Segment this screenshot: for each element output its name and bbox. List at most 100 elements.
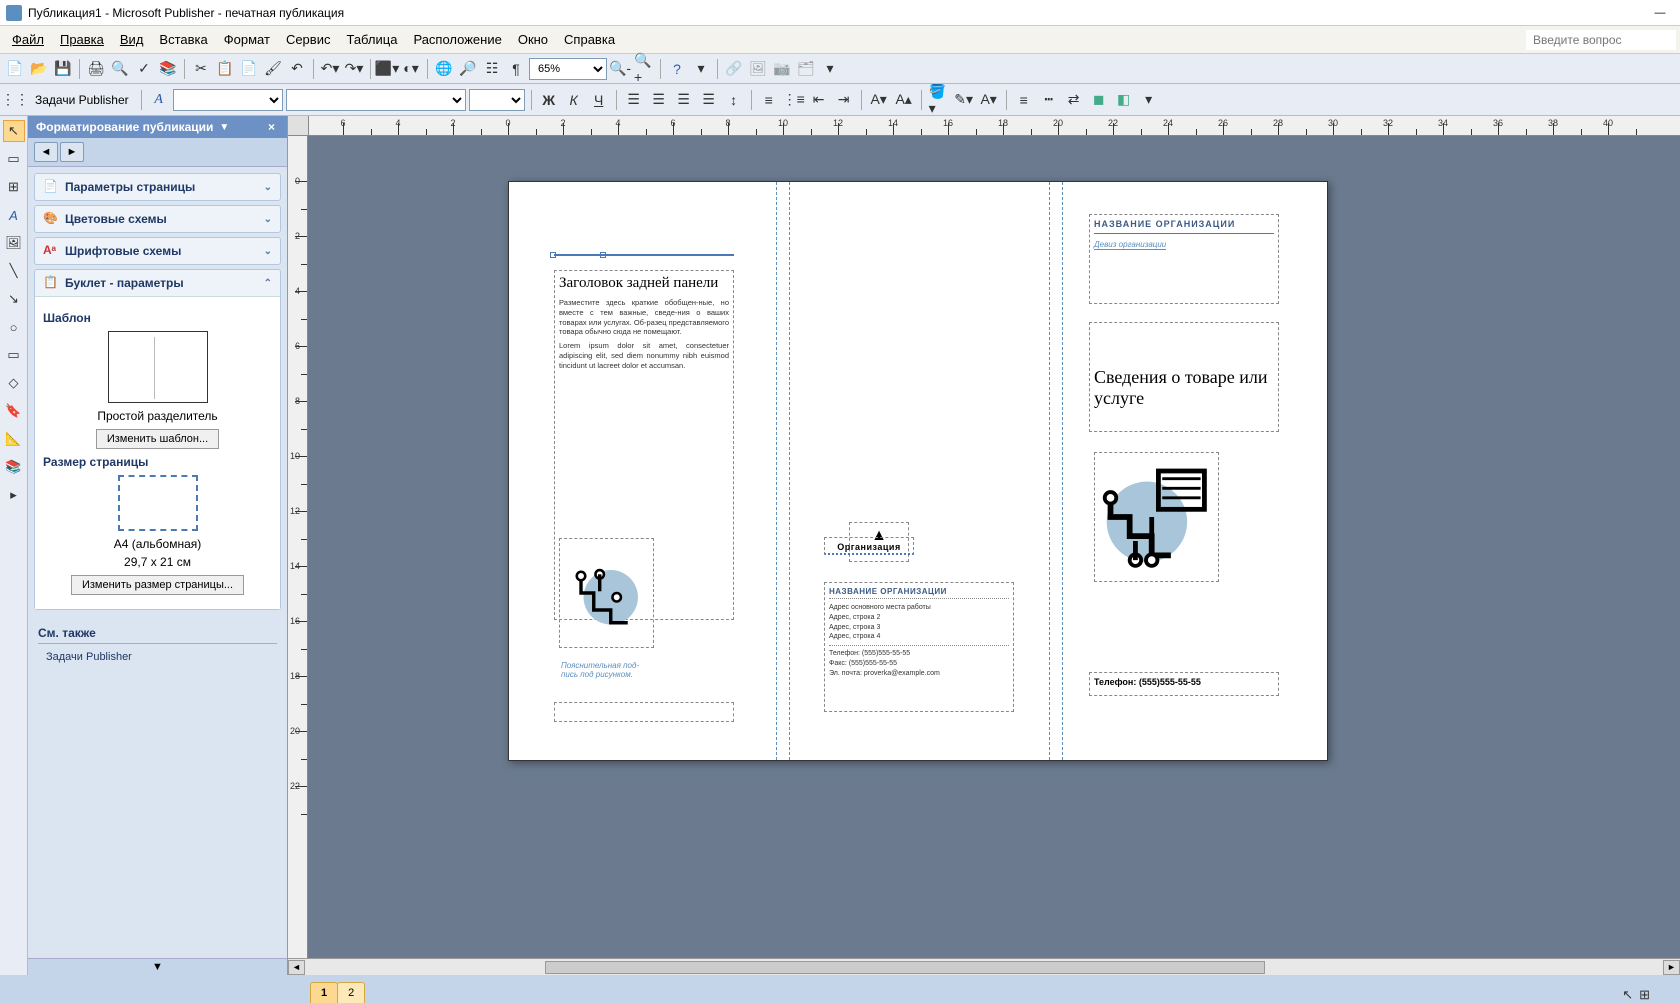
menu-help[interactable]: Справка: [556, 28, 623, 51]
spelling-button[interactable]: ✓: [133, 58, 155, 80]
picture-tool[interactable]: 🖼: [3, 232, 25, 254]
paste-button[interactable]: 📄: [238, 58, 260, 80]
vertical-ruler[interactable]: 0246810121416182022: [288, 136, 308, 958]
content-library-tool[interactable]: 📚: [3, 456, 25, 478]
grip-icon[interactable]: ⋮⋮: [4, 89, 26, 111]
text-tool[interactable]: ▭: [3, 148, 25, 170]
menu-arrange[interactable]: Расположение: [405, 28, 509, 51]
format-painter-button[interactable]: 🖌: [262, 58, 284, 80]
menu-table[interactable]: Таблица: [338, 28, 405, 51]
select-tool[interactable]: ↖: [3, 120, 25, 142]
image-frame[interactable]: [559, 538, 654, 648]
menu-view[interactable]: Вид: [112, 28, 152, 51]
address-frame[interactable]: НАЗВАНИЕ ОРГАНИЗАЦИИ Адрес основного мес…: [824, 582, 1014, 712]
fontsize-combo[interactable]: [469, 89, 525, 111]
font-name-combo[interactable]: [286, 89, 466, 111]
horizontal-scrollbar[interactable]: ◄ ►: [288, 958, 1680, 975]
wordart-tool[interactable]: A: [3, 204, 25, 226]
scroll-track[interactable]: [305, 960, 1663, 975]
increase-font-button[interactable]: A▴: [893, 89, 915, 111]
empty-frame[interactable]: [554, 702, 734, 722]
pagesize-preview[interactable]: [118, 475, 198, 531]
section-page-params[interactable]: 📄 Параметры страницы ⌄: [34, 173, 281, 201]
paragraph-button[interactable]: ¶: [505, 58, 527, 80]
zoom-combo[interactable]: 65%: [529, 58, 607, 80]
italic-button[interactable]: К: [563, 89, 585, 111]
design-gallery-tool[interactable]: 📐: [3, 428, 25, 450]
dash-style-button[interactable]: ┅: [1038, 89, 1060, 111]
shadow-button[interactable]: ◼: [1088, 89, 1110, 111]
font-color-button[interactable]: A▾: [978, 89, 1000, 111]
org-label-frame[interactable]: Организация: [824, 537, 914, 555]
rect-tool[interactable]: ▭: [3, 344, 25, 366]
change-pagesize-button[interactable]: Изменить размер страницы...: [71, 575, 244, 595]
zoom-out-button[interactable]: 🔍-: [609, 58, 631, 80]
align-left-button[interactable]: ☰: [623, 89, 645, 111]
scroll-left-button[interactable]: ◄: [288, 960, 305, 975]
oval-tool[interactable]: ○: [3, 316, 25, 338]
section-font-schemes[interactable]: Aᵃ Шрифтовые схемы ⌄: [34, 237, 281, 265]
align-right-button[interactable]: ☰: [673, 89, 695, 111]
org-name-frame[interactable]: НАЗВАНИЕ ОРГАНИЗАЦИИ Девиз организации: [1089, 214, 1279, 304]
scroll-right-button[interactable]: ►: [1663, 960, 1680, 975]
publisher-tasks-button[interactable]: Задачи Publisher: [29, 93, 135, 107]
section-color-schemes[interactable]: 🎨 Цветовые схемы ⌄: [34, 205, 281, 233]
cut-button[interactable]: ✂: [190, 58, 212, 80]
align-justify-button[interactable]: ☰: [698, 89, 720, 111]
line-style-button[interactable]: ≡: [1013, 89, 1035, 111]
web-preview-button[interactable]: 🔎: [457, 58, 479, 80]
menu-format[interactable]: Формат: [216, 28, 278, 51]
menu-window[interactable]: Окно: [510, 28, 556, 51]
product-heading-frame[interactable]: Сведения о товаре или услуге: [1089, 322, 1279, 432]
link-button[interactable]: 🔗: [723, 58, 745, 80]
nav-back-button[interactable]: ◄: [34, 142, 58, 162]
menu-tools[interactable]: Сервис: [278, 28, 339, 51]
fill-color-button[interactable]: 🪣▾: [928, 89, 950, 111]
3d-button[interactable]: ◧: [1113, 89, 1135, 111]
horizontal-ruler[interactable]: 6420246810121416182022242628303234363840: [288, 116, 1680, 136]
toolbar-options2[interactable]: ▾: [819, 58, 841, 80]
minimize-button[interactable]: —: [1646, 3, 1674, 23]
styles-icon[interactable]: A: [148, 89, 170, 111]
template-preview[interactable]: [108, 331, 208, 403]
bring-front-button[interactable]: ⬛▾: [376, 58, 398, 80]
send-back-button[interactable]: ◐▾: [400, 58, 422, 80]
booklet-header[interactable]: 📋 Буклет - параметры ⌃: [35, 270, 280, 296]
undo-dropdown[interactable]: ↶▾: [319, 58, 341, 80]
caption-frame[interactable]: Пояснительная под-пись под рисунком.: [557, 657, 657, 687]
line-tool[interactable]: ╲: [3, 260, 25, 282]
task-pane-close[interactable]: ×: [264, 120, 279, 134]
save-button[interactable]: 💾: [52, 58, 74, 80]
page-tab-2[interactable]: 2: [337, 982, 365, 1003]
image-button[interactable]: 🖼: [747, 58, 769, 80]
help-question-input[interactable]: [1526, 30, 1676, 50]
undo-button[interactable]: ↶: [286, 58, 308, 80]
scroll-thumb[interactable]: [545, 961, 1265, 974]
menu-edit[interactable]: Правка: [52, 28, 112, 51]
columns-button[interactable]: ☷: [481, 58, 503, 80]
align-center-button[interactable]: ☰: [648, 89, 670, 111]
phone-frame[interactable]: Телефон: (555)555-55-55: [1089, 672, 1279, 696]
open-button[interactable]: 📂: [28, 58, 50, 80]
autoshape-tool[interactable]: ◇: [3, 372, 25, 394]
menu-insert[interactable]: Вставка: [151, 28, 215, 51]
object-size-icon[interactable]: ⊞: [1639, 987, 1650, 1003]
toolbar-options[interactable]: ▾: [690, 58, 712, 80]
format-options[interactable]: ▾: [1138, 89, 1160, 111]
decrease-indent-button[interactable]: ⇤: [808, 89, 830, 111]
numbering-button[interactable]: ≡: [758, 89, 780, 111]
change-template-button[interactable]: Изменить шаблон...: [96, 429, 219, 449]
bookmark-tool[interactable]: 🔖: [3, 400, 25, 422]
new-button[interactable]: 📄: [4, 58, 26, 80]
bold-button[interactable]: Ж: [538, 89, 560, 111]
zoom-in-button[interactable]: 🔍+: [633, 58, 655, 80]
research-button[interactable]: 📚: [157, 58, 179, 80]
underline-button[interactable]: Ч: [588, 89, 610, 111]
print-preview-button[interactable]: 🔍: [109, 58, 131, 80]
table-tool[interactable]: ⊞: [3, 176, 25, 198]
image3-button[interactable]: 🗂: [795, 58, 817, 80]
task-pane-footer[interactable]: ▼: [28, 958, 287, 975]
big-logo-frame[interactable]: [1094, 452, 1219, 582]
decrease-font-button[interactable]: A▾: [868, 89, 890, 111]
page[interactable]: Заголовок задней панели Разместите здесь…: [508, 181, 1328, 761]
